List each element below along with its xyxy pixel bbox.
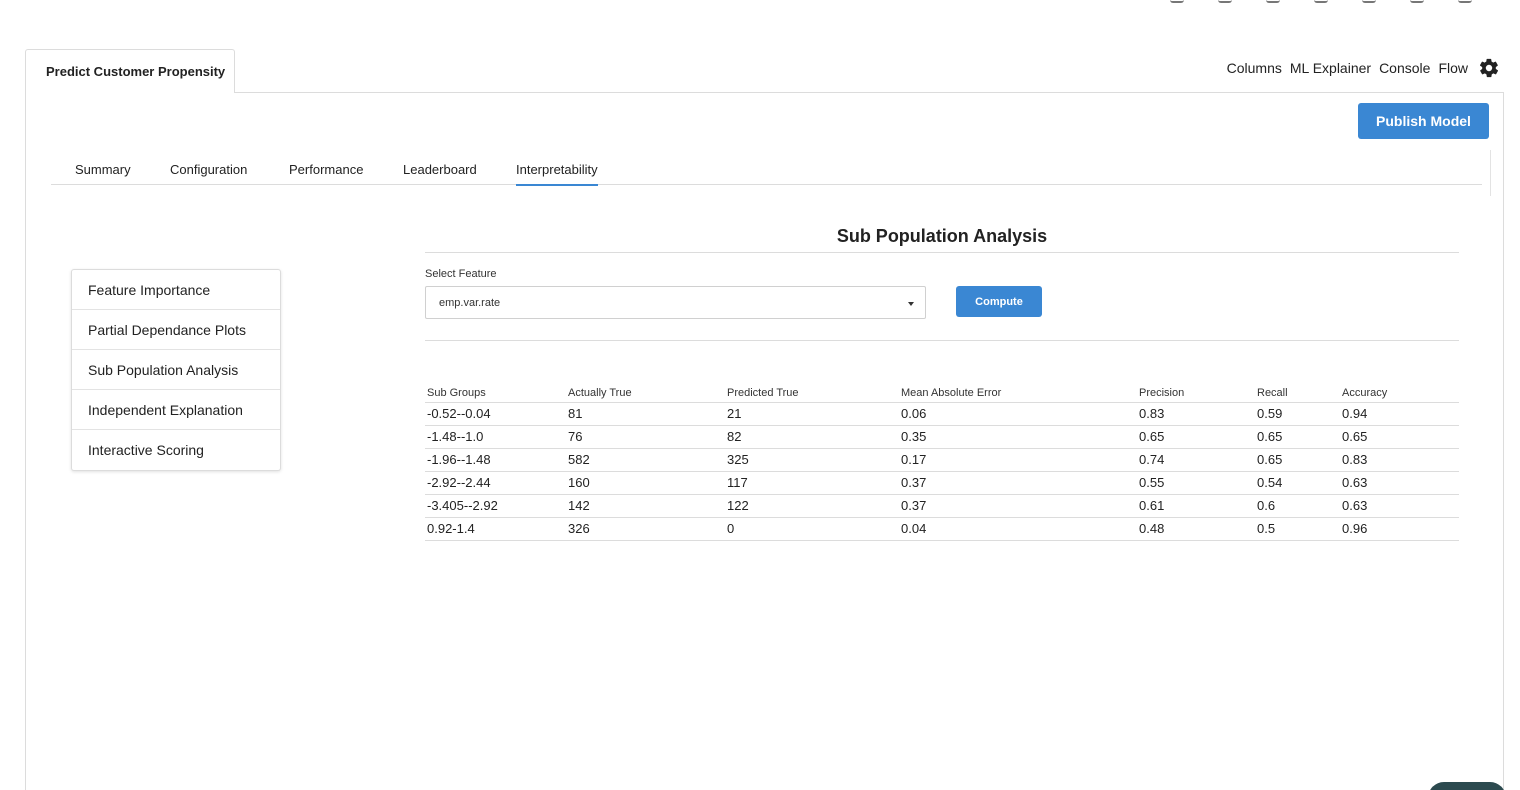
- table-cell: 0.65: [1255, 425, 1340, 449]
- table-header-row: Sub Groups Actually True Predicted True Mea…: [425, 381, 1459, 403]
- table-cell: 81: [566, 402, 725, 426]
- chat-widget-button[interactable]: [1428, 782, 1506, 790]
- table-cell: 122: [725, 494, 899, 518]
- table-cell: 0.74: [1137, 448, 1255, 472]
- toolbar-icon[interactable]: [1218, 0, 1232, 3]
- nav-ml-explainer[interactable]: ML Explainer: [1290, 60, 1371, 76]
- menu-interactive-scoring[interactable]: Interactive Scoring: [72, 430, 280, 470]
- toolbar-icon[interactable]: [1362, 0, 1376, 3]
- table-cell: 160: [566, 471, 725, 495]
- table-row: 0.92-1.4 326 0 0.04 0.48 0.5 0.96: [425, 517, 1459, 541]
- table-cell: 0.54: [1255, 471, 1340, 495]
- toolbar-icon[interactable]: [1458, 0, 1472, 3]
- table-cell: 0.35: [899, 425, 1137, 449]
- table-row: -3.405--2.92 142 122 0.37 0.61 0.6 0.63: [425, 494, 1459, 518]
- table-cell: 0.37: [899, 494, 1137, 518]
- column-header: Accuracy: [1340, 381, 1459, 403]
- table-cell: 0.63: [1340, 494, 1459, 518]
- menu-independent-explanation[interactable]: Independent Explanation: [72, 390, 280, 430]
- column-header: Sub Groups: [425, 381, 566, 403]
- select-feature-label: Select Feature: [425, 268, 497, 280]
- table-cell: -3.405--2.92: [425, 494, 566, 518]
- nav-columns[interactable]: Columns: [1227, 60, 1282, 76]
- table-cell: 0.65: [1255, 448, 1340, 472]
- table-cell: 0.17: [899, 448, 1137, 472]
- menu-feature-importance[interactable]: Feature Importance: [72, 270, 280, 310]
- table-cell: 21: [725, 402, 899, 426]
- table-cell: 0.83: [1137, 402, 1255, 426]
- table-cell: 0.37: [899, 471, 1137, 495]
- tab-configuration[interactable]: Configuration: [170, 154, 247, 185]
- page: Predict Customer Propensity Columns ML E…: [0, 0, 1520, 790]
- table-cell: 0.94: [1340, 402, 1459, 426]
- table-cell: 325: [725, 448, 899, 472]
- table-cell: 0.5: [1255, 517, 1340, 541]
- table-cell: 0.65: [1137, 425, 1255, 449]
- panel-divider: [1490, 150, 1491, 196]
- table-cell: 142: [566, 494, 725, 518]
- table-cell: 0.06: [899, 402, 1137, 426]
- table-cell: 582: [566, 448, 725, 472]
- subtab-bar: Summary Configuration Performance Leader…: [51, 154, 1482, 186]
- table-cell: 0.59: [1255, 402, 1340, 426]
- table-cell: 0.55: [1137, 471, 1255, 495]
- column-header: Mean Absolute Error: [899, 381, 1137, 403]
- compute-button[interactable]: Compute: [956, 286, 1042, 317]
- column-header: Predicted True: [725, 381, 899, 403]
- column-header: Recall: [1255, 381, 1340, 403]
- top-nav: Columns ML Explainer Console Flow: [1227, 55, 1500, 81]
- gear-icon[interactable]: [1478, 57, 1500, 79]
- menu-partial-dependance-plots[interactable]: Partial Dependance Plots: [72, 310, 280, 350]
- table-cell: 0.83: [1340, 448, 1459, 472]
- table-cell: -1.96--1.48: [425, 448, 566, 472]
- table-cell: -2.92--2.44: [425, 471, 566, 495]
- tab-interpretability[interactable]: Interpretability: [516, 154, 598, 186]
- toolbar-icon[interactable]: [1314, 0, 1328, 3]
- table-cell: 0.48: [1137, 517, 1255, 541]
- divider: [425, 340, 1459, 341]
- table-cell: 0.63: [1340, 471, 1459, 495]
- nav-flow[interactable]: Flow: [1438, 60, 1468, 76]
- table-cell: -0.52--0.04: [425, 402, 566, 426]
- divider: [425, 252, 1459, 253]
- feature-select[interactable]: emp.var.rate: [425, 286, 926, 319]
- table-cell: 0.04: [899, 517, 1137, 541]
- nav-console[interactable]: Console: [1379, 60, 1430, 76]
- tab-predict-customer-propensity[interactable]: Predict Customer Propensity: [25, 49, 235, 93]
- table-cell: 0.61: [1137, 494, 1255, 518]
- table-cell: 326: [566, 517, 725, 541]
- table-row: -1.96--1.48 582 325 0.17 0.74 0.65 0.83: [425, 448, 1459, 472]
- interpretability-menu: Feature Importance Partial Dependance Pl…: [71, 269, 281, 471]
- table-row: -2.92--2.44 160 117 0.37 0.55 0.54 0.63: [425, 471, 1459, 495]
- table-row: -0.52--0.04 81 21 0.06 0.83 0.59 0.94: [425, 402, 1459, 426]
- tab-performance[interactable]: Performance: [289, 154, 363, 185]
- feature-select-value: emp.var.rate: [439, 296, 501, 309]
- table-cell: 0.96: [1340, 517, 1459, 541]
- top-toolbar-icons: [1170, 0, 1472, 3]
- publish-model-button[interactable]: Publish Model: [1358, 103, 1489, 139]
- section-title: Sub Population Analysis: [836, 226, 1048, 246]
- table-cell: 0: [725, 517, 899, 541]
- column-header: Actually True: [566, 381, 725, 403]
- table-cell: 82: [725, 425, 899, 449]
- table-cell: 117: [725, 471, 899, 495]
- sub-population-table: Sub Groups Actually True Predicted True Mea…: [425, 381, 1459, 541]
- table-cell: 76: [566, 425, 725, 449]
- toolbar-icon[interactable]: [1170, 0, 1184, 3]
- menu-sub-population-analysis[interactable]: Sub Population Analysis: [72, 350, 280, 390]
- caret-down-icon: [908, 302, 914, 306]
- table-cell: 0.6: [1255, 494, 1340, 518]
- tab-summary[interactable]: Summary: [75, 154, 131, 185]
- toolbar-icon[interactable]: [1266, 0, 1280, 3]
- table-cell: 0.92-1.4: [425, 517, 566, 541]
- toolbar-icon[interactable]: [1410, 0, 1424, 3]
- table-cell: -1.48--1.0: [425, 425, 566, 449]
- tab-leaderboard[interactable]: Leaderboard: [403, 154, 477, 185]
- table-row: -1.48--1.0 76 82 0.35 0.65 0.65 0.65: [425, 425, 1459, 449]
- table-cell: 0.65: [1340, 425, 1459, 449]
- column-header: Precision: [1137, 381, 1255, 403]
